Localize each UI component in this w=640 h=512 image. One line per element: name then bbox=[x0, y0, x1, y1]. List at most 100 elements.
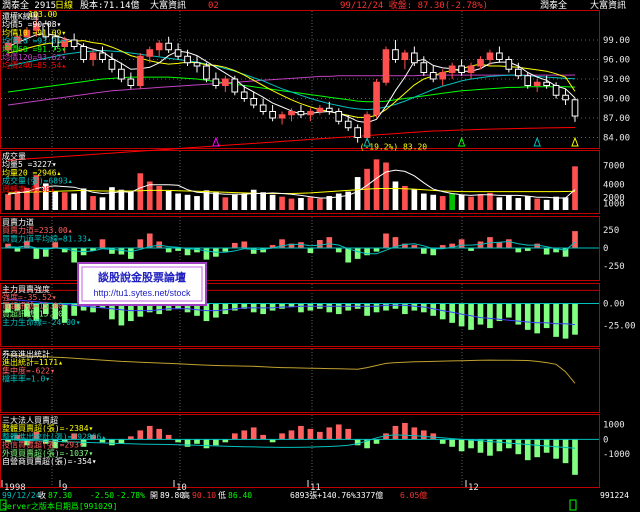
bar bbox=[269, 194, 276, 210]
bar bbox=[165, 191, 172, 210]
bar bbox=[241, 241, 248, 248]
bar bbox=[468, 196, 474, 210]
bar bbox=[402, 422, 408, 440]
power-axis-label: 250 bbox=[603, 226, 619, 236]
ma240-line bbox=[7, 127, 576, 161]
bar bbox=[335, 424, 342, 440]
bar bbox=[411, 427, 418, 440]
candle bbox=[562, 94, 569, 101]
bar bbox=[572, 166, 578, 210]
bar bbox=[553, 439, 559, 459]
status-close-label: 低 bbox=[218, 490, 226, 500]
bar bbox=[203, 248, 210, 260]
power-axis-label: 0 bbox=[603, 244, 608, 254]
volume-legend-item: 周轉率=0.98▴ bbox=[2, 184, 55, 194]
price-axis-label: 87.00 bbox=[603, 114, 630, 124]
mainforce-axis-label: 0.00 bbox=[603, 300, 625, 310]
bar bbox=[279, 303, 285, 309]
bar bbox=[373, 303, 380, 313]
bar bbox=[14, 191, 21, 210]
bar bbox=[392, 181, 399, 210]
candle bbox=[514, 68, 522, 77]
bar bbox=[553, 196, 559, 210]
forum-ad-box[interactable]: 談股說金股票論壇 http://tu1.sytes.net/stock bbox=[77, 262, 207, 306]
price-panel: 103.00(-19.2%) 83.20 bbox=[4, 10, 579, 161]
bar bbox=[515, 439, 522, 455]
bar bbox=[402, 185, 408, 210]
bar bbox=[543, 248, 550, 255]
bar bbox=[203, 439, 210, 449]
bar bbox=[534, 303, 541, 334]
bar bbox=[99, 197, 106, 210]
bar bbox=[307, 303, 314, 311]
period-label[interactable]: 日線 bbox=[55, 0, 73, 11]
bar bbox=[156, 428, 163, 440]
bar bbox=[383, 233, 389, 248]
bar bbox=[458, 194, 465, 210]
bar bbox=[515, 197, 522, 210]
bar bbox=[128, 248, 134, 259]
bar bbox=[184, 439, 191, 447]
candle bbox=[411, 52, 418, 64]
bar bbox=[562, 303, 569, 339]
candle bbox=[146, 49, 154, 57]
candle bbox=[543, 81, 550, 86]
forum-url[interactable]: http://tu1.sytes.net/stock bbox=[93, 288, 191, 298]
bar bbox=[317, 198, 323, 210]
candle bbox=[165, 42, 172, 51]
candle bbox=[222, 78, 229, 86]
bar bbox=[562, 197, 569, 210]
bar bbox=[562, 248, 569, 257]
bar bbox=[175, 193, 181, 210]
bar bbox=[345, 428, 352, 440]
bar bbox=[317, 240, 323, 248]
bar bbox=[430, 194, 437, 210]
candle bbox=[571, 99, 579, 117]
bar bbox=[543, 303, 550, 329]
price-axis-label: 93.00 bbox=[603, 75, 630, 85]
bar bbox=[241, 430, 248, 440]
status-date: 99/12/24 bbox=[2, 491, 41, 500]
mainforce-legend-item: 主力生命線=-24.00▾ bbox=[2, 317, 81, 327]
bar bbox=[52, 191, 59, 210]
bar bbox=[506, 239, 512, 248]
bar bbox=[326, 427, 333, 440]
bar bbox=[298, 303, 304, 313]
price-axis-label: 96.00 bbox=[603, 56, 630, 66]
bar bbox=[335, 248, 342, 253]
broker-flow-panel bbox=[7, 354, 576, 384]
candle bbox=[354, 127, 361, 138]
signal-marker bbox=[533, 136, 541, 147]
candle bbox=[524, 75, 532, 86]
bar bbox=[524, 439, 531, 461]
bar bbox=[458, 439, 465, 452]
status-end-date: 991224 bbox=[600, 491, 629, 500]
status-high: 89.80 bbox=[160, 491, 184, 500]
bar bbox=[118, 303, 125, 326]
bar bbox=[420, 193, 427, 210]
candle bbox=[552, 85, 560, 96]
candle bbox=[127, 78, 135, 86]
bar bbox=[449, 193, 455, 210]
bar bbox=[250, 427, 257, 440]
candle bbox=[373, 81, 380, 116]
candle bbox=[420, 62, 428, 73]
broker-line bbox=[7, 354, 576, 384]
bar bbox=[165, 248, 172, 253]
candle bbox=[448, 65, 456, 73]
inst-axis-label: 1000 bbox=[603, 420, 625, 430]
candle bbox=[496, 52, 503, 60]
bar bbox=[524, 303, 531, 330]
bar bbox=[524, 196, 531, 210]
bar bbox=[279, 196, 285, 210]
bar bbox=[487, 192, 493, 210]
bar bbox=[572, 439, 578, 475]
inst-axis-label: -1000 bbox=[603, 450, 630, 460]
candle bbox=[439, 72, 447, 80]
bar bbox=[373, 159, 380, 210]
bar bbox=[506, 195, 512, 210]
status-open: 87.30 bbox=[48, 491, 72, 500]
mainforce-axis-label: -25.00 bbox=[603, 321, 636, 331]
bar bbox=[326, 237, 333, 248]
header-bar: 潤泰全 2915 日線 股本:71.14億 大富資訊 02 99/12/24 收… bbox=[0, 0, 640, 11]
